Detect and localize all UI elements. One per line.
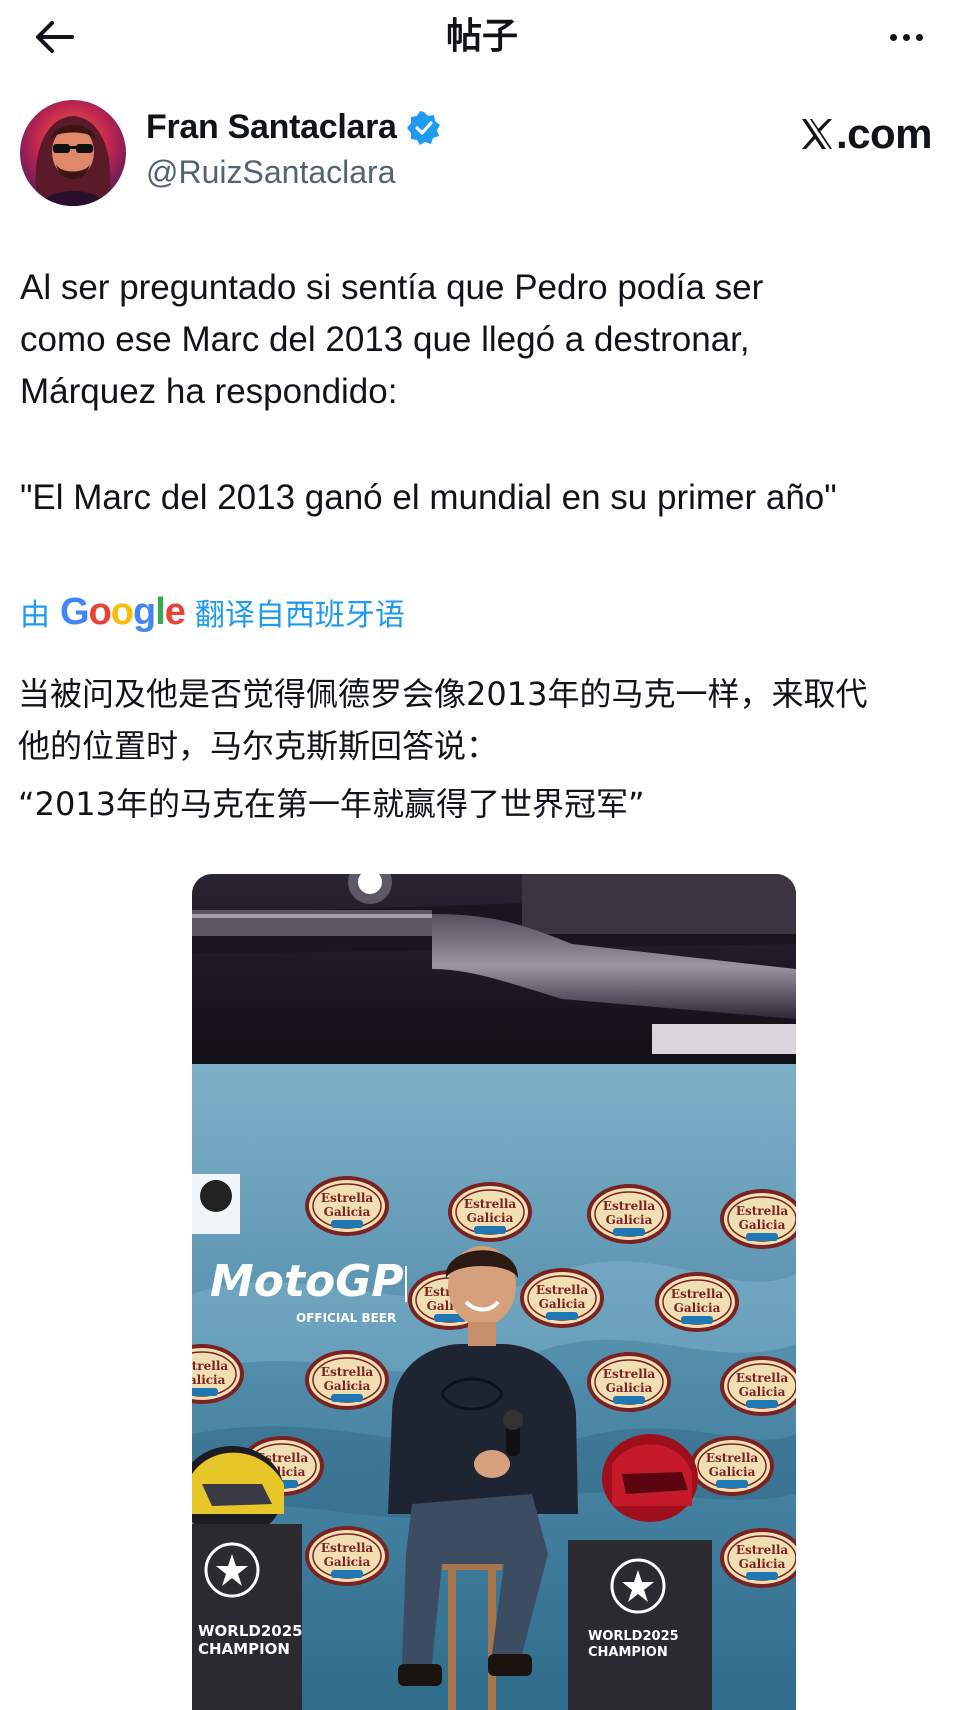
svg-text:OFFICIAL BEER: OFFICIAL BEER	[296, 1311, 396, 1325]
more-dot-icon	[902, 33, 910, 41]
translation-label: 翻译自西班牙语	[194, 598, 405, 633]
display-name[interactable]: Fran Santaclara	[146, 108, 397, 147]
post-line: como ese Marc del 2013 que llegó a destr…	[20, 320, 750, 359]
svg-text:CHAMPION: CHAMPION	[198, 1640, 290, 1658]
x-com-logo: .com	[800, 110, 933, 158]
page-title: 帖子	[445, 16, 518, 57]
svg-text:WORLD2025: WORLD2025	[588, 1629, 679, 1644]
svg-text:WORLD2025: WORLD2025	[198, 1622, 303, 1640]
author-row: Fran Santaclara @RuizSantaclara .com	[20, 100, 944, 210]
post-line: Márquez ha respondido:	[20, 372, 398, 411]
avatar[interactable]	[20, 100, 126, 206]
more-dot-icon	[889, 33, 897, 41]
post-image[interactable]: Estrella Galicia	[192, 874, 796, 1710]
translated-quote: “2013年的马克在第一年就赢得了世界冠军”	[18, 785, 645, 823]
translation-prefix: 由	[20, 598, 50, 633]
post-quote: "El Marc del 2013 ganó el mundial en su …	[20, 478, 837, 517]
translated-text: 当被问及他是否觉得佩德罗会像2013年的马克一样，来取代 他的位置时，马尔克斯斯…	[18, 668, 958, 830]
post-text: Al ser preguntado si sentía que Pedro po…	[20, 262, 950, 524]
svg-text:CHAMPION: CHAMPION	[588, 1645, 668, 1660]
user-handle[interactable]: @RuizSantaclara	[146, 154, 395, 191]
post-line: Al ser preguntado si sentía que Pedro po…	[20, 268, 764, 307]
more-dot-icon	[915, 33, 923, 41]
google-logo: Google	[60, 590, 186, 633]
translation-attribution[interactable]: 由 Google 翻译自西班牙语	[20, 590, 405, 634]
name-row: Fran Santaclara	[146, 108, 441, 147]
top-bar: 帖子	[0, 0, 964, 80]
translated-line: 当被问及他是否觉得佩德罗会像2013年的马克一样，来取代	[18, 675, 868, 713]
more-options-button[interactable]	[878, 14, 934, 60]
x-logo-icon	[801, 119, 832, 149]
x-com-text: .com	[835, 110, 933, 157]
verified-badge-icon	[406, 110, 440, 145]
translated-line: 他的位置时，马尔克斯斯回答说：	[18, 727, 499, 765]
svg-text:MotoGP: MotoGP	[210, 1256, 404, 1307]
